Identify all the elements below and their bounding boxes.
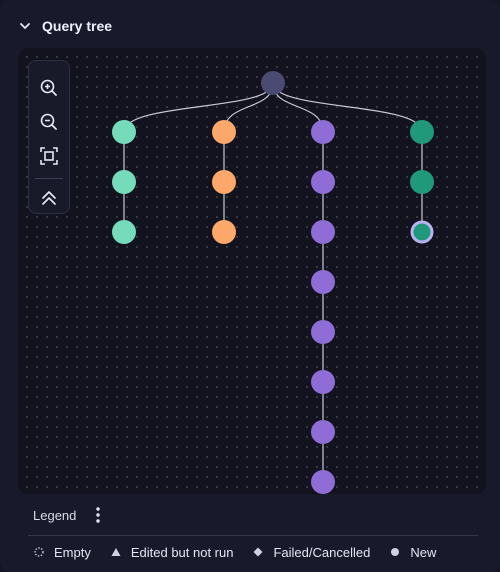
zoom-in-button[interactable] (33, 73, 65, 103)
legend-items: Empty Edited but not run Failed/Cancelle… (32, 542, 454, 562)
legend-item-label: Failed/Cancelled (273, 544, 371, 560)
zoom-out-button[interactable] (33, 107, 65, 137)
fit-view-button[interactable] (33, 141, 65, 171)
query-node[interactable] (112, 120, 136, 144)
fit-view-icon (40, 147, 58, 165)
tree-edge (123, 82, 274, 133)
legend-title: Legend (33, 507, 77, 523)
filled-circle-icon (388, 545, 402, 559)
query-node[interactable] (311, 220, 335, 244)
collapse-all-button[interactable] (33, 183, 65, 213)
query-node[interactable] (311, 270, 335, 294)
query-tree-panel: Query tree Legend Empty Edited but not r… (0, 0, 500, 572)
zoom-out-icon (40, 113, 57, 130)
query-node[interactable] (311, 370, 335, 394)
canvas-toolbar (28, 60, 70, 214)
panel-title: Query tree (42, 18, 113, 34)
legend-divider (28, 535, 478, 536)
collapse-all-icon (42, 191, 56, 205)
zoom-in-icon (40, 79, 57, 96)
query-node[interactable] (410, 170, 434, 194)
tree-nodes (112, 71, 434, 494)
query-node[interactable] (112, 220, 136, 244)
legend-item-failed: Failed/Cancelled (251, 545, 370, 560)
query-node[interactable] (410, 120, 434, 144)
query-node[interactable] (311, 170, 335, 194)
query-node[interactable] (212, 170, 236, 194)
dotted-circle-icon (32, 545, 46, 559)
legend-item-label: Edited but not run (130, 544, 234, 560)
query-node[interactable] (311, 470, 335, 494)
legend-item-label: New (410, 544, 437, 560)
tree-canvas[interactable] (18, 48, 486, 494)
query-node[interactable] (311, 420, 335, 444)
tree-edges (123, 82, 423, 482)
root-node[interactable] (261, 71, 285, 95)
query-tree-header[interactable]: Query tree (18, 14, 112, 38)
query-node[interactable] (212, 120, 236, 144)
legend-item-new: New (388, 545, 436, 560)
selected-query-node[interactable] (410, 220, 434, 244)
chevron-down-icon (18, 19, 32, 33)
legend-item-edited: Edited but not run (109, 544, 234, 560)
legend-more-button[interactable] (90, 505, 106, 525)
tree-edge (272, 82, 423, 133)
query-node[interactable] (112, 170, 136, 194)
diamond-icon (251, 545, 265, 559)
query-node[interactable] (212, 220, 236, 244)
triangle-icon (109, 545, 123, 559)
query-node[interactable] (311, 320, 335, 344)
query-node[interactable] (311, 120, 335, 144)
query-tree-graph (112, 71, 434, 494)
legend-item-label: Empty (54, 544, 91, 560)
legend-item-empty: Empty (32, 545, 91, 560)
toolbar-divider (35, 178, 63, 179)
more-vertical-icon (96, 507, 101, 523)
legend-header: Legend (18, 504, 486, 526)
